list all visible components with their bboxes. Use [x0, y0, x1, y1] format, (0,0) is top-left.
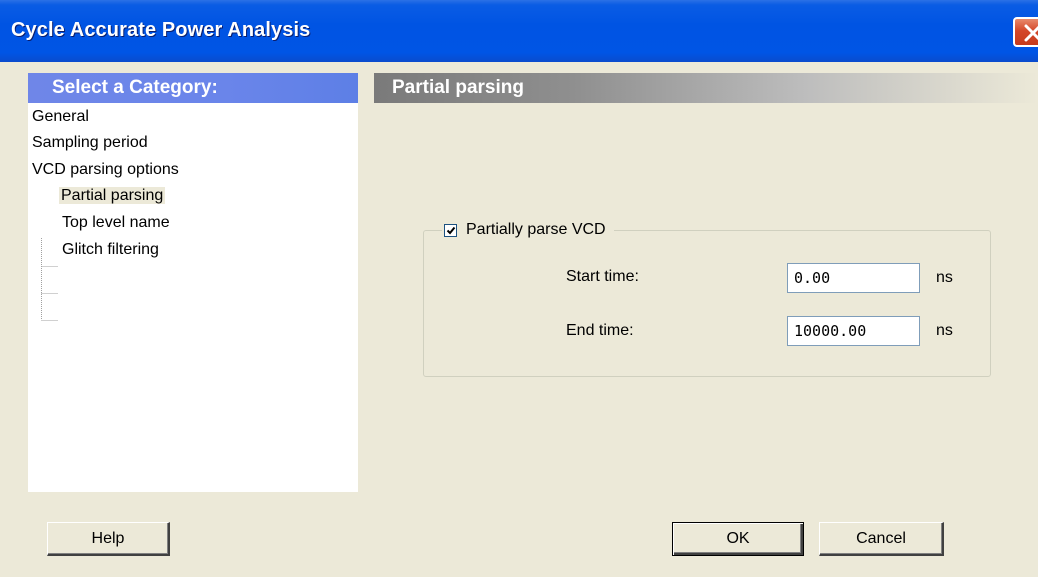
ok-button[interactable]: OK	[672, 522, 804, 556]
window-title: Cycle Accurate Power Analysis	[11, 19, 311, 41]
close-button[interactable]	[1013, 17, 1038, 47]
category-item-label: Partial parsing	[59, 187, 166, 204]
partial-parse-label: Partially parse VCD	[466, 221, 606, 238]
category-item-partial-parsing[interactable]: Partial parsing	[59, 185, 166, 207]
category-item-vcd-parsing-options[interactable]: VCD parsing options	[32, 159, 179, 181]
help-button[interactable]: Help	[47, 522, 170, 556]
checkmark-icon	[446, 226, 456, 234]
partial-parse-groupbox	[423, 230, 991, 377]
partial-parse-toggle[interactable]: Partially parse VCD	[442, 218, 614, 242]
category-item-glitch-filtering[interactable]: Glitch filtering	[62, 239, 159, 261]
start-time-unit: ns	[936, 269, 953, 286]
panel-title: Partial parsing	[374, 73, 1038, 103]
category-item-label: Sampling period	[32, 134, 148, 151]
category-item-label: General	[32, 108, 89, 125]
end-time-label: End time:	[566, 322, 634, 339]
category-item-top-level-name[interactable]: Top level name	[62, 212, 170, 234]
title-bar[interactable]: Cycle Accurate Power Analysis	[0, 0, 1038, 62]
category-panel: Select a Category: General Sampling peri…	[28, 73, 358, 492]
category-item-sampling-period[interactable]: Sampling period	[32, 132, 148, 154]
partial-parse-checkbox[interactable]	[444, 223, 457, 237]
category-item-label: Glitch filtering	[62, 241, 159, 258]
start-time-input[interactable]: 0.00	[787, 263, 920, 293]
start-time-label: Start time:	[566, 268, 639, 285]
end-time-input[interactable]: 10000.00	[787, 316, 920, 346]
cancel-button[interactable]: Cancel	[819, 522, 944, 556]
category-item-label: Top level name	[62, 214, 170, 231]
close-icon	[1024, 24, 1038, 42]
category-header: Select a Category:	[28, 73, 358, 103]
category-item-label: VCD parsing options	[32, 161, 179, 178]
category-item-general[interactable]: General	[32, 106, 89, 128]
end-time-unit: ns	[936, 322, 953, 339]
